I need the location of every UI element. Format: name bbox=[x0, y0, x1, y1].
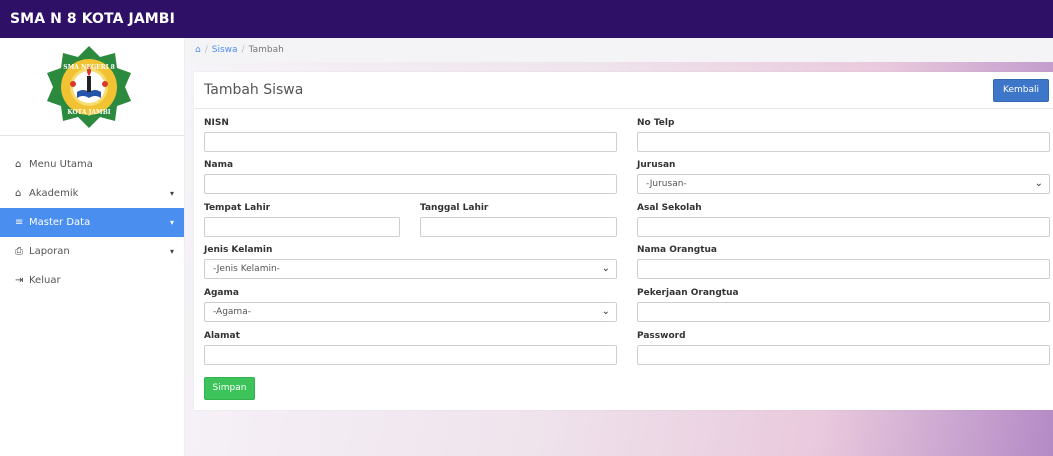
save-button[interactable]: Simpan bbox=[204, 377, 255, 400]
sidebar: SMA NEGERI 8 KOTA JAMBI ⌂ Menu Utama ⌂ Aka… bbox=[0, 38, 185, 456]
jenis-kelamin-select[interactable]: -Jenis Kelamin- ⌄ bbox=[204, 259, 617, 279]
sidebar-item-label: Menu Utama bbox=[29, 159, 93, 170]
asal-sekolah-input[interactable] bbox=[637, 217, 1050, 237]
sidebar-item-label: Keluar bbox=[29, 275, 61, 286]
tanggal-lahir-input[interactable] bbox=[420, 217, 617, 237]
sidebar-nav: ⌂ Menu Utama ⌂ Akademik ▾ ≡ Master Data ▾ ⎙… bbox=[0, 150, 184, 295]
pekerjaan-orangtua-label: Pekerjaan Orangtua bbox=[637, 288, 739, 298]
sidebar-item-keluar[interactable]: ⇥ Keluar bbox=[0, 266, 184, 295]
tempat-lahir-label: Tempat Lahir bbox=[204, 203, 271, 213]
bank-icon: ⌂ bbox=[15, 188, 22, 199]
school-emblem-icon: SMA NEGERI 8 KOTA JAMBI bbox=[47, 46, 131, 128]
print-icon: ⎙ bbox=[15, 246, 23, 257]
password-input[interactable] bbox=[637, 345, 1050, 365]
breadcrumb: ⌂ / Siswa / Tambah bbox=[185, 38, 1053, 62]
sidebar-item-master-data[interactable]: ≡ Master Data ▾ bbox=[0, 208, 184, 237]
sidebar-item-label: Akademik bbox=[29, 188, 79, 199]
svg-text:KOTA JAMBI: KOTA JAMBI bbox=[67, 109, 110, 116]
sidebar-item-akademik[interactable]: ⌂ Akademik ▾ bbox=[0, 179, 184, 208]
no-telp-label: No Telp bbox=[637, 118, 675, 128]
nama-orangtua-input[interactable] bbox=[637, 259, 1050, 279]
nisn-label: NISN bbox=[204, 118, 229, 128]
agama-select[interactable]: -Agama- ⌄ bbox=[204, 302, 617, 322]
page-title: Tambah Siswa bbox=[204, 82, 304, 98]
sidebar-item-label: Laporan bbox=[29, 246, 70, 257]
jurusan-select[interactable]: -Jurusan- ⌄ bbox=[637, 174, 1050, 194]
asal-sekolah-label: Asal Sekolah bbox=[637, 203, 702, 213]
pekerjaan-orangtua-input[interactable] bbox=[637, 302, 1050, 322]
alamat-label: Alamat bbox=[204, 331, 240, 341]
sign-out-icon: ⇥ bbox=[15, 275, 24, 286]
nisn-input[interactable] bbox=[204, 132, 617, 152]
jenis-kelamin-selected: -Jenis Kelamin- bbox=[213, 264, 280, 274]
chevron-down-icon: ⌄ bbox=[1034, 178, 1043, 189]
jurusan-label: Jurusan bbox=[637, 160, 676, 170]
caret-down-icon: ▾ bbox=[169, 247, 174, 256]
nama-label: Nama bbox=[204, 160, 234, 170]
agama-selected: -Agama- bbox=[213, 307, 251, 317]
nama-orangtua-label: Nama Orangtua bbox=[637, 245, 717, 255]
no-telp-input[interactable] bbox=[637, 132, 1050, 152]
app-title[interactable]: SMA N 8 KOTA JAMBI bbox=[0, 0, 175, 38]
caret-down-icon: ▾ bbox=[169, 189, 174, 198]
breadcrumb-current: Tambah bbox=[248, 45, 284, 55]
sidebar-item-laporan[interactable]: ⎙ Laporan ▾ bbox=[0, 237, 184, 266]
tempat-lahir-input[interactable] bbox=[204, 217, 400, 237]
agama-label: Agama bbox=[204, 288, 239, 298]
sidebar-item-label: Master Data bbox=[29, 217, 91, 228]
jurusan-selected: -Jurusan- bbox=[646, 179, 687, 189]
top-navbar: SMA N 8 KOTA JAMBI bbox=[0, 0, 1053, 38]
database-icon: ≡ bbox=[15, 217, 24, 228]
breadcrumb-separator: / bbox=[204, 45, 208, 55]
password-label: Password bbox=[637, 331, 686, 341]
form-panel: Tambah Siswa Kembali NISN Nama Tempat La… bbox=[194, 72, 1053, 410]
alamat-input[interactable] bbox=[204, 345, 617, 365]
caret-down-icon: ▾ bbox=[169, 218, 174, 227]
sidebar-item-menu-utama[interactable]: ⌂ Menu Utama bbox=[0, 150, 184, 179]
back-button[interactable]: Kembali bbox=[993, 79, 1049, 102]
school-logo: SMA NEGERI 8 KOTA JAMBI bbox=[0, 38, 184, 136]
panel-header: Tambah Siswa Kembali bbox=[194, 72, 1053, 109]
breadcrumb-siswa-link[interactable]: Siswa bbox=[212, 45, 238, 55]
chevron-down-icon: ⌄ bbox=[601, 263, 610, 274]
jenis-kelamin-label: Jenis Kelamin bbox=[204, 245, 273, 255]
breadcrumb-separator: / bbox=[241, 45, 245, 55]
main-content: ⌂ / Siswa / Tambah Tambah Siswa Kembali NISN… bbox=[185, 38, 1053, 456]
home-icon[interactable]: ⌂ bbox=[195, 45, 201, 55]
svg-text:SMA NEGERI 8: SMA NEGERI 8 bbox=[63, 64, 115, 71]
chevron-down-icon: ⌄ bbox=[601, 306, 610, 317]
home-icon: ⌂ bbox=[15, 159, 22, 170]
tanggal-lahir-label: Tanggal Lahir bbox=[420, 203, 489, 213]
nama-input[interactable] bbox=[204, 174, 617, 194]
